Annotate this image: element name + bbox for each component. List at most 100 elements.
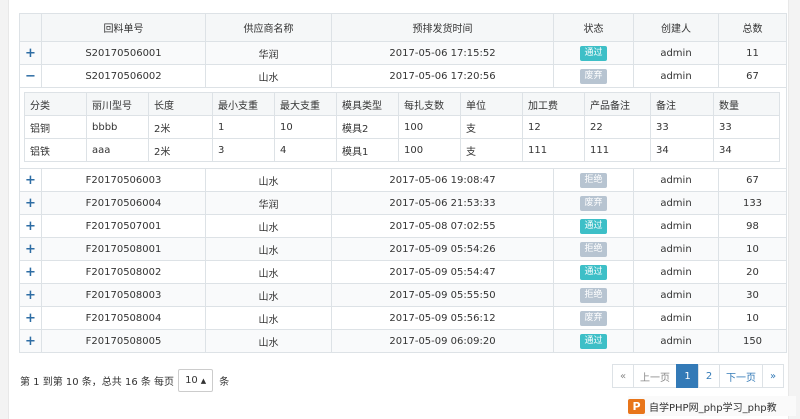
header-creator: 创建人: [633, 13, 719, 42]
ship-time-cell: 2017-05-06 17:20:56: [389, 70, 496, 82]
page-1-button[interactable]: 1: [676, 364, 699, 388]
orders-table: 回料单号 供应商名称 预排发货时间 状态 创建人 总数 + S2017050600…: [19, 13, 787, 353]
row-toggle-icon[interactable]: +: [25, 334, 36, 349]
status-cell-td: 拒绝: [553, 168, 634, 192]
detail-cell-value: 111: [584, 138, 651, 162]
detail-row-item: 铝铜 bbbb 2米 1 10 模具2 100 支 12 22 33 33: [24, 115, 780, 139]
php-logo-icon: P: [628, 398, 645, 414]
header-total: 总数: [718, 13, 787, 42]
page-size-select[interactable]: 10 ▲: [178, 369, 214, 392]
supplier-cell-td: 山水: [205, 214, 332, 238]
creator-cell: admin: [660, 243, 692, 255]
row-toggle-icon-td: +: [19, 329, 42, 353]
row-toggle-icon-td: +: [19, 41, 42, 65]
detail-cell-value: 铝铜: [24, 115, 87, 139]
status-cell-td: 拒绝: [553, 283, 634, 307]
status-badge: 拒绝: [580, 241, 607, 257]
ship-time-cell-td: 2017-05-09 06:09:20: [331, 329, 554, 353]
creator-cell: admin: [660, 220, 692, 232]
detail-header-cell: 产品备注: [584, 92, 651, 116]
row-toggle-icon[interactable]: +: [25, 196, 36, 211]
page-size-value: 10: [185, 375, 198, 386]
order-number-cell-td: F20170508002: [41, 260, 206, 284]
table-row: + F20170508005 山水 2017-05-09 06:09:20 通过 admi…: [19, 329, 787, 353]
supplier-cell: 华润: [258, 49, 279, 61]
status-cell-td: 拒绝: [553, 237, 634, 261]
order-number-cell: F20170507001: [85, 220, 162, 232]
detail-cell-value: bbbb: [86, 115, 149, 139]
supplier-cell: 山水: [258, 176, 279, 188]
row-toggle-icon[interactable]: +: [25, 242, 36, 257]
creator-cell: admin: [660, 70, 692, 82]
order-number-cell: F20170508003: [85, 289, 162, 301]
row-toggle-icon[interactable]: +: [25, 46, 36, 61]
detail-header-cell: 模具类型: [336, 92, 399, 116]
detail-cell-value: 4: [274, 138, 337, 162]
row-toggle-icon-td: +: [19, 214, 42, 238]
creator-cell-td: admin: [633, 329, 719, 353]
header-toggle: [19, 13, 42, 42]
row-toggle-icon-td: +: [19, 191, 42, 215]
creator-cell-td: admin: [633, 260, 719, 284]
pagination-info-prefix: 第 1 到第 10 条，总共 16 条 每页: [20, 377, 175, 388]
supplier-cell: 华润: [258, 199, 279, 211]
status-badge: 通过: [580, 264, 607, 280]
status-badge: 通过: [580, 45, 607, 61]
total-cell: 133: [742, 197, 763, 209]
row-toggle-icon[interactable]: +: [25, 311, 36, 326]
detail-cell-value: 10: [274, 115, 337, 139]
creator-cell: admin: [660, 197, 692, 209]
creator-cell: admin: [660, 174, 692, 186]
page-2-button[interactable]: 2: [698, 364, 720, 388]
order-number-cell-td: F20170506004: [41, 191, 206, 215]
status-cell-td: 通过: [553, 41, 634, 65]
detail-cell-value: 3: [212, 138, 275, 162]
next-page-button[interactable]: 下一页: [719, 364, 763, 388]
row-toggle-icon[interactable]: +: [25, 288, 36, 303]
total-cell-td: 20: [718, 260, 787, 284]
supplier-cell-td: 华润: [205, 41, 332, 65]
row-toggle-icon[interactable]: +: [25, 265, 36, 280]
last-page-button[interactable]: »: [762, 364, 784, 388]
first-page-button[interactable]: «: [612, 364, 634, 388]
prev-page-button[interactable]: 上一页: [633, 364, 677, 388]
supplier-cell: 山水: [258, 222, 279, 234]
detail-header-cell: 加工费: [522, 92, 585, 116]
detail-cell-value: 111: [522, 138, 585, 162]
order-number-cell: S20170506002: [85, 70, 162, 82]
status-cell-td: 通过: [553, 329, 634, 353]
header-ship-time: 预排发货时间: [331, 13, 554, 42]
ship-time-cell: 2017-05-09 05:56:12: [389, 312, 496, 324]
ship-time-cell-td: 2017-05-09 05:54:26: [331, 237, 554, 261]
detail-cell-value: 22: [584, 115, 651, 139]
detail-header-cell: 每扎支数: [398, 92, 461, 116]
ship-time-cell-td: 2017-05-06 17:20:56: [331, 64, 554, 88]
order-number-cell-td: F20170508001: [41, 237, 206, 261]
header-supplier: 供应商名称: [205, 13, 332, 42]
ship-time-cell-td: 2017-05-06 19:08:47: [331, 168, 554, 192]
order-number-cell-td: F20170508003: [41, 283, 206, 307]
row-toggle-icon[interactable]: +: [25, 219, 36, 234]
row-toggle-icon-td: +: [19, 260, 42, 284]
detail-header-cell: 长度: [148, 92, 213, 116]
creator-cell-td: admin: [633, 283, 719, 307]
ship-time-cell: 2017-05-09 05:54:26: [389, 243, 496, 255]
table-header-row: 回料单号 供应商名称 预排发货时间 状态 创建人 总数: [19, 13, 787, 42]
header-order-no: 回料单号: [41, 13, 206, 42]
row-toggle-icon[interactable]: −: [25, 69, 36, 84]
order-number-cell: S20170506001: [85, 47, 162, 59]
order-number-cell: F20170508005: [85, 335, 162, 347]
status-badge: 废弃: [580, 310, 607, 326]
row-toggle-icon[interactable]: +: [25, 173, 36, 188]
header-status: 状态: [553, 13, 634, 42]
supplier-cell: 山水: [258, 268, 279, 280]
ship-time-cell: 2017-05-06 21:53:33: [389, 197, 496, 209]
creator-cell-td: admin: [633, 306, 719, 330]
status-cell-td: 废弃: [553, 64, 634, 88]
table-row: + F20170508004 山水 2017-05-09 05:56:12 废弃 admi…: [19, 306, 787, 330]
ship-time-cell-td: 2017-05-06 21:53:33: [331, 191, 554, 215]
detail-header-cell: 最小支重: [212, 92, 275, 116]
ship-time-cell: 2017-05-09 05:55:50: [389, 289, 496, 301]
detail-header-cell: 最大支重: [274, 92, 337, 116]
ship-time-cell-td: 2017-05-09 05:56:12: [331, 306, 554, 330]
